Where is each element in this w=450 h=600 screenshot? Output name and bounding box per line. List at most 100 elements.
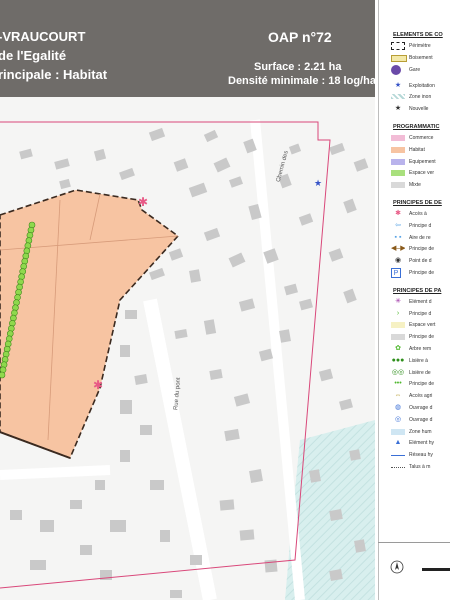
legend-item: ◎◎ Lisière de — [379, 368, 450, 378]
yellow-arrow-icon: ⇔ — [394, 392, 402, 400]
legend-item-label: Arbre rem — [409, 346, 432, 352]
header-title-line1: -VRAUCOURT — [0, 29, 86, 44]
grey-box-icon — [391, 182, 405, 189]
legend-item-label: Ouvrage d — [409, 405, 433, 411]
legend-item: P Principe de — [379, 268, 450, 278]
building — [190, 555, 202, 565]
hedge-icon: ●●● — [391, 356, 405, 364]
dots-icon: ▪ ▪ — [394, 233, 402, 241]
building — [10, 510, 22, 520]
legend-item-label: Principe d — [409, 310, 432, 317]
legend-item-label: Principe de — [409, 246, 435, 253]
legend-item: Boisement — [379, 53, 450, 63]
building — [354, 539, 366, 553]
scale-bar — [422, 568, 450, 571]
legend-item-label: Mixte — [409, 182, 421, 189]
building — [70, 500, 82, 509]
legend-item-label: Espace ver — [409, 170, 435, 177]
chevron-icon: › — [396, 309, 400, 317]
exploitation-star-icon[interactable]: ★ — [314, 179, 322, 189]
legend-item-label: Aire de re — [409, 234, 431, 241]
legend-item-label: Lisière à — [409, 357, 428, 364]
legend-item: Espace vert — [379, 320, 450, 330]
building — [160, 530, 170, 542]
legend-item-label: Talus à m — [409, 464, 431, 470]
legend-item: ●●● Lisière à — [379, 356, 450, 366]
legend-item-label: Principe de — [409, 334, 435, 341]
building — [125, 310, 137, 319]
light-yellow-icon — [391, 322, 405, 329]
legend-item-label: Espace vert — [409, 322, 436, 329]
building — [219, 499, 235, 511]
legend-item-label: Réseau hy — [409, 452, 433, 459]
building — [80, 545, 92, 555]
building — [309, 469, 321, 483]
legend-item: ◍ Ouvrage d — [379, 403, 450, 413]
legend-item: Principe de — [379, 332, 450, 342]
building — [239, 529, 255, 541]
legend-item: ★ Exploitation — [379, 81, 450, 91]
building — [110, 520, 126, 532]
building — [329, 509, 343, 521]
legend-item: ★ Nouvelle — [379, 104, 450, 114]
gare-icon — [391, 64, 401, 75]
north-arrow-icon — [390, 560, 404, 574]
surface-value: Surface : 2.21 ha — [254, 61, 342, 73]
building — [249, 469, 263, 483]
building — [120, 400, 132, 414]
oap-number: OAP n°72 — [268, 29, 332, 45]
legend-item-label: Boisement — [409, 54, 433, 61]
zone-box-icon — [391, 428, 405, 435]
legend-item-label: Principe de — [409, 381, 435, 388]
legend-section-title: ELEMENTS DE CO — [393, 32, 443, 38]
legend-item: Périmètre — [379, 41, 450, 51]
map-header: -VRAUCOURT de l'Egalité rincipale : Habi… — [0, 0, 375, 97]
star-small-icon: ★ — [394, 105, 402, 113]
access-star-icon[interactable]: ✱ — [93, 378, 103, 392]
density-value: Densité minimale : 18 log/ha — [228, 75, 375, 87]
map-area[interactable]: ✱ ✱ ★ Rue du pont Chemin des -VRAUCOURT … — [0, 0, 375, 600]
building — [189, 269, 201, 283]
legend-item-label: Accès à — [409, 211, 427, 217]
road — [0, 465, 111, 480]
point-icon: ◉ — [394, 257, 402, 265]
legend-item: ◎ Ouvrage d — [379, 415, 450, 425]
tree-icon: ✿ — [395, 345, 401, 352]
blue-line-icon — [391, 455, 405, 457]
legend-item: Gare — [379, 64, 450, 75]
building — [30, 560, 46, 570]
access-star-icon[interactable]: ✱ — [138, 195, 148, 209]
legend-item-label: Périmètre — [409, 43, 431, 49]
legend-item-label: Elément d — [409, 298, 432, 305]
zone-hatch-icon — [391, 94, 405, 100]
legend-panel: ELEMENTS DE CO Périmètre Boisement Gare ★ Exp… — [378, 0, 450, 600]
boisement-icon — [391, 54, 407, 62]
legend-item-label: Ouvrage d — [409, 416, 433, 423]
hedge-dot — [0, 371, 6, 379]
legend-item-label: Equipement — [409, 158, 436, 165]
legend-section-title: PROGRAMMATIC — [393, 124, 440, 130]
legend-section-title: PRINCIPES DE DE — [393, 200, 442, 206]
legend-item-label: Lisière de — [409, 369, 431, 376]
building — [279, 329, 291, 343]
header-title-line2: de l'Egalité — [0, 48, 67, 63]
dashed-rect-icon — [391, 42, 405, 50]
blue-circle2-icon: ◎ — [394, 415, 402, 423]
building — [170, 590, 182, 598]
legend-item: ••• Principe de — [379, 379, 450, 389]
double-arrow-icon: ◀–▶ — [391, 245, 405, 253]
legend-item: Talus à m — [379, 462, 450, 472]
legend-item: ▲ Elément hy — [379, 438, 450, 448]
building — [349, 449, 361, 461]
legend-item-label: Habitat — [409, 146, 425, 153]
arrow-left-icon: ⇦ — [395, 221, 401, 229]
legend-item-label: Principe d — [409, 222, 432, 229]
legend-item: Réseau hy — [379, 450, 450, 460]
pink-box-icon — [391, 135, 405, 141]
grey-box-icon — [391, 334, 405, 341]
legend-item: ⇦ Principe d — [379, 221, 450, 231]
building — [140, 425, 152, 435]
legend-item: Equipement — [379, 157, 450, 167]
dotted-line-icon — [391, 467, 405, 468]
building — [329, 569, 343, 581]
